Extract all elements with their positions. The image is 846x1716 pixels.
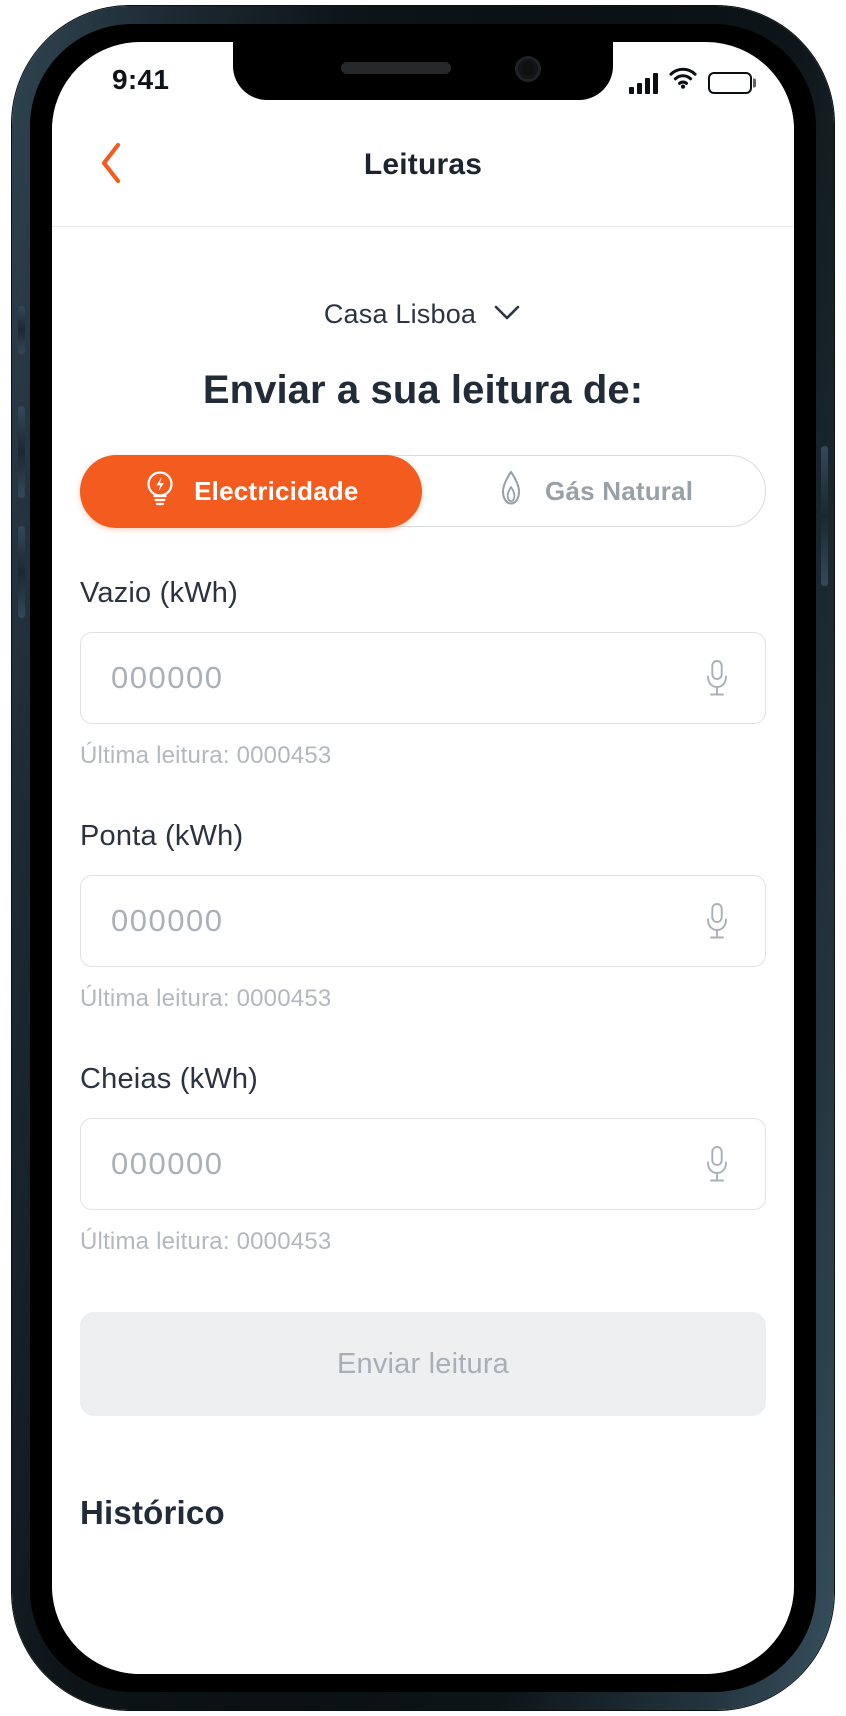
- notch: [233, 42, 613, 100]
- chevron-down-icon: [492, 302, 522, 327]
- wifi-icon: [669, 67, 697, 94]
- phone-screen: 9:41 Leituras Casa Lisboa Enviar a sua l…: [52, 42, 794, 1674]
- field-label-cheias: Cheias (kWh): [80, 1063, 259, 1095]
- back-button[interactable]: [80, 134, 142, 196]
- section-heading: Enviar a sua leitura de:: [202, 368, 644, 412]
- toggle-label-gas-natural: Gás Natural: [545, 475, 694, 506]
- property-name: Casa Lisboa: [323, 299, 477, 329]
- page-title: Leituras: [363, 148, 483, 181]
- toggle-option-electricidade[interactable]: Electricidade: [79, 454, 423, 528]
- reading-field-cheias: Cheias (kWh) Última leitura: 0000453: [80, 1063, 766, 1256]
- front-camera: [515, 56, 541, 82]
- volume-up-button[interactable]: [18, 406, 25, 498]
- microphone-icon[interactable]: [695, 1140, 739, 1188]
- property-selector[interactable]: Casa Lisboa: [80, 299, 766, 330]
- history-heading: Histórico: [80, 1494, 225, 1531]
- cellular-signal-icon: [629, 72, 658, 94]
- reading-input-vazio[interactable]: [111, 660, 695, 696]
- microphone-icon[interactable]: [695, 654, 739, 702]
- battery-full-icon: [708, 71, 756, 94]
- status-time: 9:41: [112, 64, 170, 95]
- toggle-label-electricidade: Electricidade: [194, 475, 359, 506]
- field-label-ponta: Ponta (kWh): [80, 820, 244, 852]
- phone-frame: 9:41 Leituras Casa Lisboa Enviar a sua l…: [12, 6, 834, 1710]
- flame-icon: [494, 468, 528, 515]
- field-hint-vazio: Última leitura: 0000453: [80, 742, 332, 769]
- reading-field-vazio: Vazio (kWh) Última leitura: 0000453: [80, 577, 766, 770]
- field-hint-ponta: Última leitura: 0000453: [80, 985, 332, 1012]
- reading-input-cheias[interactable]: [111, 1146, 695, 1182]
- utility-type-toggle: Electricidade Gás Natural: [79, 454, 766, 528]
- screen-content: Casa Lisboa Enviar a sua leitura de: Ele…: [52, 227, 794, 1674]
- field-hint-cheias: Última leitura: 0000453: [80, 1228, 332, 1255]
- field-label-vazio: Vazio (kWh): [80, 577, 238, 609]
- reading-field-ponta: Ponta (kWh) Última leitura: 0000453: [80, 820, 766, 1013]
- status-icons: [629, 67, 756, 94]
- chevron-left-icon: [98, 141, 124, 190]
- field-input-wrap-cheias[interactable]: [80, 1118, 766, 1210]
- mute-switch[interactable]: [18, 306, 25, 354]
- reading-input-ponta[interactable]: [111, 903, 695, 939]
- field-input-wrap-vazio[interactable]: [80, 632, 766, 724]
- power-button[interactable]: [821, 446, 828, 586]
- navigation-bar: Leituras: [52, 104, 794, 227]
- earpiece-speaker: [341, 62, 451, 74]
- submit-reading-button[interactable]: Enviar leitura: [80, 1312, 766, 1416]
- toggle-option-gas-natural[interactable]: Gás Natural: [422, 456, 765, 526]
- field-input-wrap-ponta[interactable]: [80, 875, 766, 967]
- microphone-icon[interactable]: [695, 897, 739, 945]
- lightbulb-icon: [143, 468, 177, 515]
- volume-down-button[interactable]: [18, 526, 25, 618]
